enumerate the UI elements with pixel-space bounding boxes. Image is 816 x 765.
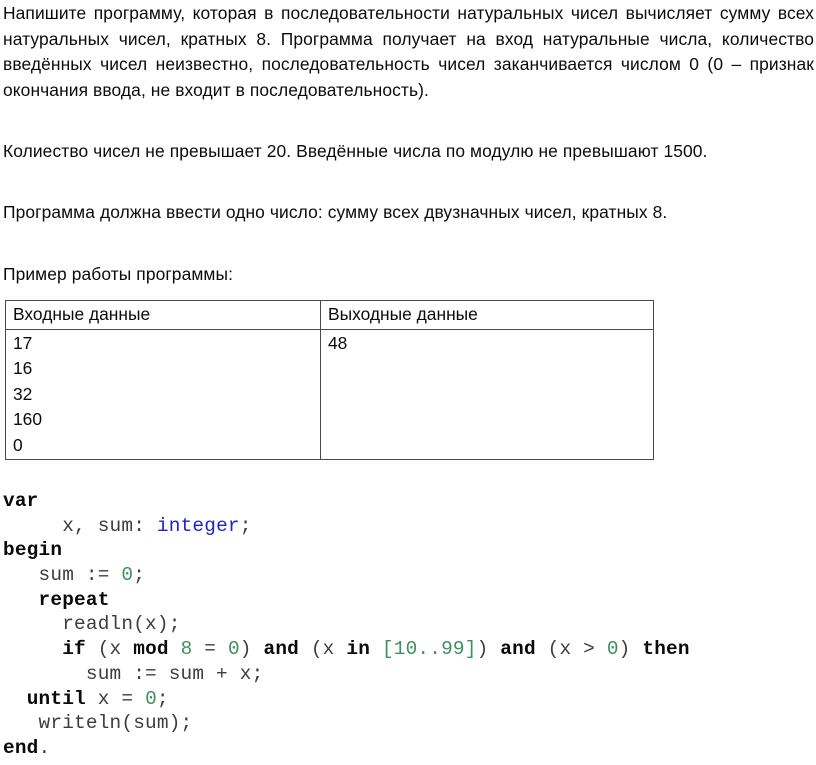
- paragraph-example-caption: Пример работы программы:: [3, 264, 233, 284]
- code-line: repeat: [3, 588, 813, 613]
- code-token-kw: and: [263, 638, 299, 661]
- code-line: if (x mod 8 = 0) and (x in [10..99]) and…: [3, 637, 813, 662]
- input-value-line: 16: [13, 358, 33, 379]
- input-value-line: 0: [13, 434, 23, 455]
- code-token-id: x =: [85, 687, 146, 710]
- code-token-id: ): [476, 638, 501, 661]
- table-row: 17 16 32 160 0 48: [5, 329, 654, 460]
- code-token-pun: ;: [133, 564, 146, 587]
- table-header-row: Входные данные Выходные данные: [5, 300, 654, 330]
- table-header-input: Входные данные: [5, 300, 321, 330]
- example-io-table: Входные данные Выходные данные 17 16 32 160…: [5, 300, 654, 460]
- code-token-kw: mod: [133, 638, 169, 661]
- paragraph-constraints: Колиество чисел не превышает 20. Введённ…: [3, 141, 708, 161]
- input-value-line: 160: [13, 409, 43, 430]
- code-token-id: (x: [85, 638, 134, 661]
- table-header-output: Выходные данные: [320, 300, 654, 330]
- code-token-id: =: [192, 638, 228, 661]
- code-line: until x = 0;: [3, 687, 813, 712]
- document-page: Напишите программу, которая в последоват…: [0, 0, 816, 765]
- output-value-line: 48: [328, 333, 348, 353]
- code-token-id: [370, 638, 382, 660]
- code-token-kw: and: [500, 638, 536, 661]
- code-token-pun: ;: [239, 514, 252, 537]
- code-token-id: sum := sum + x;: [85, 662, 264, 685]
- table-cell-input: 17 16 32 160 0: [5, 329, 321, 460]
- code-token-kw: begin: [3, 539, 63, 562]
- code-line: writeln(sum);: [3, 711, 813, 736]
- code-token-kw: in: [346, 638, 371, 661]
- paragraph-output-requirement: Программа должна ввести одно число: сумм…: [3, 202, 668, 222]
- code-token-id: ): [239, 638, 264, 661]
- code-token-kw: repeat: [38, 588, 110, 611]
- code-token-kw: if: [62, 638, 86, 661]
- code-token-kw: until: [26, 687, 86, 710]
- code-token-num: 0: [227, 638, 240, 661]
- code-token-id: writeln(sum);: [38, 712, 193, 735]
- input-value-list: 17 16 32 160 0: [13, 331, 320, 458]
- code-token-id: (x: [299, 638, 347, 661]
- code-line: var: [3, 489, 813, 514]
- code-line: begin: [3, 538, 813, 563]
- table-cell-output: 48: [320, 329, 654, 460]
- code-token-typ: integer: [156, 514, 240, 537]
- code-line: x, sum: integer;: [3, 514, 813, 539]
- code-token-id: sum :=: [38, 564, 122, 587]
- code-line: end.: [3, 736, 813, 761]
- code-token-num: 0: [606, 638, 619, 661]
- code-token-id: (x >: [535, 638, 607, 661]
- code-token-kw: var: [3, 490, 39, 512]
- code-token-num: 8: [180, 638, 193, 661]
- paragraph-task-statement: Напишите программу, которая в последоват…: [3, 3, 814, 100]
- pascal-code-block: var x, sum: integer; begin sum := 0; repe…: [3, 489, 813, 761]
- code-line: sum := sum + x;: [3, 662, 813, 687]
- code-token-id: ): [618, 638, 643, 661]
- input-value-line: 32: [13, 383, 33, 404]
- code-token-kw: end: [3, 736, 39, 759]
- code-token-pun: ;: [156, 687, 169, 710]
- code-token-num: 0: [145, 687, 157, 710]
- code-line: readln(x);: [3, 612, 813, 637]
- input-value-line: 17: [13, 333, 33, 353]
- code-token-id: readln(x);: [62, 613, 181, 636]
- code-token-pun: .: [38, 736, 51, 759]
- output-value-list: 48: [328, 331, 653, 356]
- code-token-kw: then: [642, 638, 690, 661]
- code-line: sum := 0;: [3, 563, 813, 588]
- code-token-num: [10..99]: [381, 638, 477, 661]
- code-token-id: x, sum:: [62, 514, 157, 537]
- code-token-num: 0: [121, 564, 134, 587]
- code-token-id: [169, 638, 181, 660]
